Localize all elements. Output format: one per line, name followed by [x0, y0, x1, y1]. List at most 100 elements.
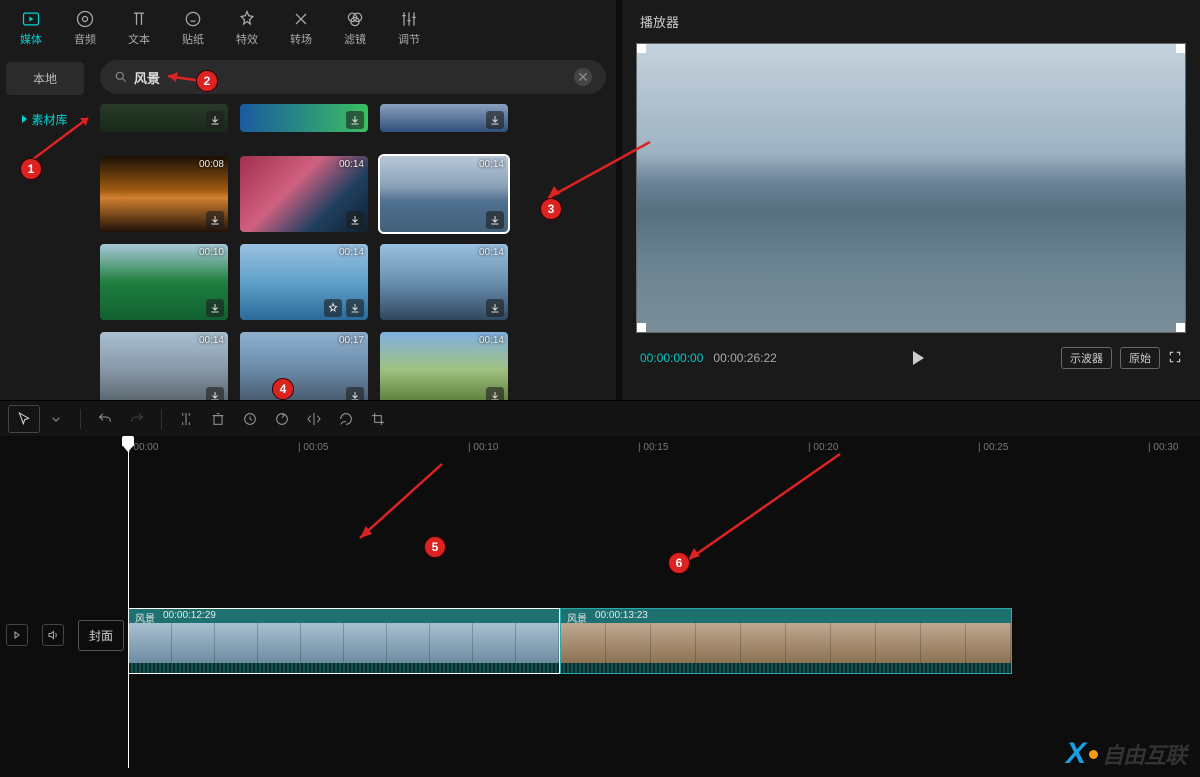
download-button[interactable]	[206, 211, 224, 229]
timeline-clip[interactable]: 风景 00:00:12:29	[128, 608, 560, 674]
mirror-tool[interactable]	[298, 405, 330, 433]
player-preview[interactable]	[636, 43, 1186, 333]
original-button[interactable]: 原始	[1120, 347, 1160, 369]
media-thumbnail[interactable]: 00:14	[380, 156, 508, 232]
tab-filter[interactable]: 滤镜	[328, 4, 382, 52]
download-button[interactable]	[346, 111, 364, 129]
player-title: 播放器	[640, 12, 1186, 31]
search-bar[interactable]: ✕	[100, 60, 606, 94]
select-tool[interactable]	[8, 405, 40, 433]
timeline-ruler[interactable]: | 00:00| 00:05| 00:10| 00:15| 00:20| 00:…	[128, 436, 1200, 462]
tab-adjust[interactable]: 调节	[382, 4, 436, 52]
crop-handle[interactable]	[1176, 43, 1186, 53]
clip-track[interactable]: 风景 00:00:12:29 风景 00:00:13:23	[128, 608, 1012, 674]
media-thumbnail[interactable]	[380, 104, 508, 132]
media-thumbnail[interactable]: 00:08	[100, 156, 228, 232]
crop-handle[interactable]	[636, 323, 646, 333]
adjust-icon	[399, 9, 419, 29]
media-icon	[21, 9, 41, 29]
crop-handle[interactable]	[636, 43, 646, 53]
top-tabs: 媒体 音频 文本 贴纸 特效 转场 滤镜 调节	[0, 4, 616, 52]
text-icon	[129, 9, 149, 29]
undo-button[interactable]	[89, 405, 121, 433]
thumbnail-duration: 00:10	[199, 247, 224, 258]
timeline-clip[interactable]: 风景 00:00:13:23	[560, 608, 1012, 674]
fullscreen-button[interactable]	[1168, 350, 1182, 367]
split-tool[interactable]	[170, 405, 202, 433]
download-button[interactable]	[486, 111, 504, 129]
rotate-tool[interactable]	[266, 405, 298, 433]
media-thumbnail[interactable]: 00:17	[240, 332, 368, 400]
sticker-icon	[183, 9, 203, 29]
download-button[interactable]	[486, 387, 504, 400]
ruler-mark: | 00:05	[298, 442, 328, 453]
favorite-button[interactable]	[324, 299, 342, 317]
media-thumbnail[interactable]: 00:10	[100, 244, 228, 320]
download-button[interactable]	[206, 111, 224, 129]
crop-tool[interactable]	[362, 405, 394, 433]
download-button[interactable]	[346, 299, 364, 317]
media-thumbnail[interactable]: 00:14	[380, 332, 508, 400]
clip-name: 风景	[567, 610, 587, 622]
ruler-mark: | 00:15	[638, 442, 668, 453]
tab-effect[interactable]: 特效	[220, 4, 274, 52]
player-panel: 播放器 00:00:00:00 00:00:26:22 示波器 原始	[622, 0, 1200, 400]
delete-tool[interactable]	[202, 405, 234, 433]
speed-tool[interactable]	[234, 405, 266, 433]
ruler-mark: | 00:30	[1148, 442, 1178, 453]
media-thumbnail[interactable]: 00:14	[380, 244, 508, 320]
timeline-toolbar	[0, 400, 1200, 436]
media-thumbnail[interactable]: 00:14	[240, 156, 368, 232]
media-thumbnail[interactable]	[240, 104, 368, 132]
effect-icon	[237, 9, 257, 29]
thumbnail-duration: 00:14	[339, 159, 364, 170]
tab-text[interactable]: 文本	[112, 4, 166, 52]
clip-time: 00:00:12:29	[163, 610, 216, 622]
media-thumbnail[interactable]	[100, 104, 228, 132]
player-total-time: 00:00:26:22	[713, 351, 776, 365]
audio-icon	[75, 9, 95, 29]
cover-button[interactable]: 封面	[78, 620, 124, 651]
tab-transition[interactable]: 转场	[274, 4, 328, 52]
side-tabs: 本地 素材库	[0, 52, 90, 400]
caret-down-icon[interactable]	[40, 405, 72, 433]
side-tab-local[interactable]: 本地	[6, 62, 84, 95]
thumbnail-duration: 00:08	[199, 159, 224, 170]
redo-button[interactable]	[121, 405, 153, 433]
search-icon	[114, 70, 128, 84]
clip-time: 00:00:13:23	[595, 610, 648, 622]
search-clear-button[interactable]: ✕	[574, 68, 592, 86]
media-thumbnail[interactable]: 00:14	[240, 244, 368, 320]
download-button[interactable]	[486, 299, 504, 317]
download-button[interactable]	[486, 211, 504, 229]
clip-name: 风景	[135, 610, 155, 622]
download-button[interactable]	[206, 299, 224, 317]
thumbnail-duration: 00:14	[339, 247, 364, 258]
download-button[interactable]	[206, 387, 224, 400]
playhead[interactable]	[128, 438, 129, 768]
play-button[interactable]	[913, 351, 924, 365]
loop-tool[interactable]	[330, 405, 362, 433]
thumbnail-duration: 00:14	[199, 335, 224, 346]
download-button[interactable]	[346, 387, 364, 400]
tab-audio[interactable]: 音频	[58, 4, 112, 52]
scope-button[interactable]: 示波器	[1061, 347, 1112, 369]
thumbnail-duration: 00:17	[339, 335, 364, 346]
ruler-mark: | 00:20	[808, 442, 838, 453]
player-current-time: 00:00:00:00	[640, 351, 703, 365]
thumbnail-duration: 00:14	[479, 335, 504, 346]
thumbnail-duration: 00:14	[479, 247, 504, 258]
mute-button[interactable]	[42, 624, 64, 646]
media-thumbnail[interactable]: 00:14	[100, 332, 228, 400]
side-tab-library[interactable]: 素材库	[6, 103, 84, 136]
active-indicator-icon	[22, 115, 27, 123]
media-grid: 00:08 00:14 00:14 00:10 00:14 00:14 00:14 00:17…	[100, 104, 606, 400]
crop-handle[interactable]	[1176, 323, 1186, 333]
transition-icon	[291, 9, 311, 29]
search-input[interactable]	[134, 70, 568, 85]
tab-sticker[interactable]: 贴纸	[166, 4, 220, 52]
download-button[interactable]	[346, 211, 364, 229]
tab-media[interactable]: 媒体	[4, 4, 58, 52]
thumbnail-duration: 00:14	[479, 159, 504, 170]
track-toggle-button[interactable]	[6, 624, 28, 646]
